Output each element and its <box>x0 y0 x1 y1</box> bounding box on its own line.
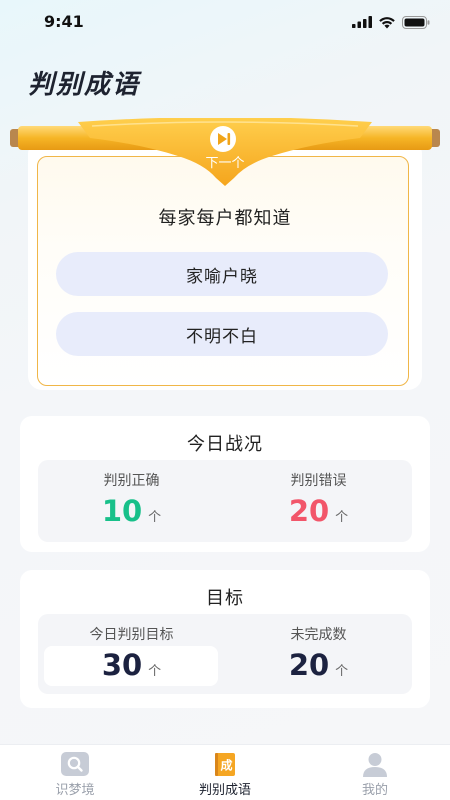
wrong-stat: 判别错误 20 个 <box>225 460 412 542</box>
status-time: 9:41 <box>44 12 84 31</box>
remaining-stat: 未完成数 20 个 <box>225 614 412 696</box>
tab-dream[interactable]: 识梦境 <box>0 745 150 800</box>
today-stats-title: 今日战况 <box>187 434 263 455</box>
wifi-icon <box>379 16 395 28</box>
remaining-count: 20 <box>288 648 330 682</box>
remaining-label: 未完成数 <box>290 627 347 643</box>
search-icon <box>61 752 89 776</box>
user-icon <box>363 753 387 777</box>
next-button-label[interactable]: 下一个 <box>175 152 275 171</box>
correct-stat: 判别正确 10 个 <box>38 460 225 542</box>
page-title: 判别成语 <box>28 70 141 100</box>
cellular-signal-icon <box>352 16 372 28</box>
remaining-unit: 个 <box>335 664 349 679</box>
goal-inner: 今日判别目标 30 个 未完成数 20 个 <box>38 614 412 694</box>
question-section: 下一个 每家每户都知道 家喻户晓 不明不白 <box>10 118 440 398</box>
status-icons <box>352 15 430 29</box>
tab-dream-label: 识梦境 <box>55 783 95 798</box>
goal-card: 目标 今日判别目标 30 个 未完成数 20 个 <box>20 570 430 708</box>
wrong-count: 20 <box>288 494 330 528</box>
wrong-value-row: 20 个 <box>225 494 412 528</box>
idiom-book-icon: 成 <box>215 753 235 776</box>
today-stats-card: 今日战况 判别正确 10 个 判别错误 20 个 <box>20 416 430 552</box>
option-button-2[interactable]: 不明不白 <box>56 312 388 356</box>
correct-value-row: 10 个 <box>38 494 225 528</box>
battery-icon <box>402 15 430 29</box>
target-count: 30 <box>101 648 143 682</box>
tab-idiom-label: 判别成语 <box>198 783 251 798</box>
option-button-1[interactable]: 家喻户晓 <box>56 252 388 296</box>
idiom-icon-glyph: 成 <box>220 758 232 773</box>
next-icon[interactable] <box>208 124 238 154</box>
tab-mine-label: 我的 <box>361 783 388 798</box>
bottom-tab-bar: 识梦境 成 判别成语 我的 <box>0 744 450 800</box>
target-value-row: 30 个 <box>38 648 225 682</box>
correct-label: 判别正确 <box>103 473 160 489</box>
correct-unit: 个 <box>148 510 162 525</box>
target-unit: 个 <box>148 664 162 679</box>
today-stats-inner: 判别正确 10 个 判别错误 20 个 <box>38 460 412 542</box>
goal-title: 目标 <box>206 588 244 609</box>
wrong-label: 判别错误 <box>290 473 347 489</box>
status-bar: 9:41 <box>0 0 450 44</box>
target-stat: 今日判别目标 30 个 <box>38 614 225 696</box>
tab-mine[interactable]: 我的 <box>300 745 450 800</box>
remaining-value-row: 20 个 <box>225 648 412 682</box>
question-prompt: 每家每户都知道 <box>158 208 292 229</box>
target-label: 今日判别目标 <box>89 627 174 643</box>
tab-idiom[interactable]: 成 判别成语 <box>150 745 300 800</box>
correct-count: 10 <box>101 494 143 528</box>
wrong-unit: 个 <box>335 510 349 525</box>
